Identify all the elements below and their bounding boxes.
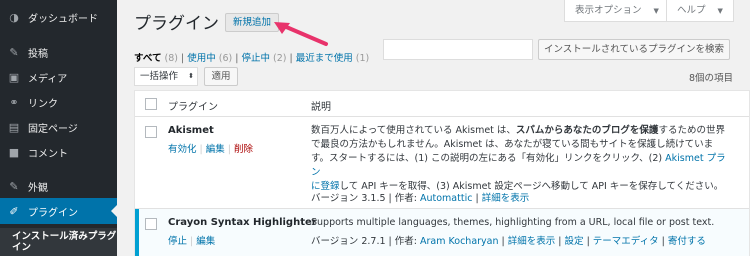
comment-icon: ■ <box>8 145 20 159</box>
page-icon: ▤ <box>8 120 20 134</box>
author-label: 作者: <box>394 236 417 247</box>
filter-count: (6) <box>218 53 233 64</box>
plugin-search-input[interactable] <box>383 39 533 60</box>
help-button[interactable]: ヘルプ ▼ <box>666 0 734 22</box>
row-actions: 停止 | 編集 <box>168 236 216 247</box>
admin-sidebar: ◑ ダッシュボード ✎ 投稿 ▣ メディア ⚭ リンク ▤ 固定ページ ■ コメ… <box>0 0 117 256</box>
sidebar-item-label: 固定ページ <box>28 123 78 135</box>
description-text: 数百万人によって使用されている Akismet は、 <box>311 125 516 136</box>
add-new-button[interactable]: 新規追加 <box>225 13 280 32</box>
main-content: 表示オプション ▼ ヘルプ ▼ プラグイン 新規追加 すべて (8) | 使用中… <box>117 0 750 256</box>
bulk-action-value: 一括操作 <box>140 71 179 82</box>
search-installed-plugins-button[interactable]: インストールされているプラグインを検索 <box>538 39 730 60</box>
description-text: するための世界 <box>658 125 725 136</box>
sidebar-item-label: プラグイン <box>28 207 78 219</box>
link-icon: ⚭ <box>9 95 19 109</box>
theme-editor-link[interactable]: テーマエディタ <box>593 236 659 247</box>
screen-options-button[interactable]: 表示オプション ▼ <box>564 0 670 22</box>
appearance-icon: ✎ <box>9 179 19 193</box>
filter-all[interactable]: すべて <box>134 53 161 64</box>
sidebar-item-dashboard[interactable]: ◑ ダッシュボード <box>0 4 117 30</box>
select-all-checkbox[interactable] <box>145 98 157 110</box>
edit-link[interactable]: 編集 <box>206 144 225 155</box>
sidebar-item-label: リンク <box>28 98 58 110</box>
filter-active[interactable]: 使用中 <box>187 53 216 64</box>
sidebar-item-pages[interactable]: ▤ 固定ページ <box>0 114 117 140</box>
plugin-name: Akismet <box>168 125 214 136</box>
bulk-action-select[interactable]: 一括操作 ⬍ <box>134 67 198 86</box>
table-header: プラグイン 説明 <box>135 91 749 117</box>
sidebar-item-posts[interactable]: ✎ 投稿 <box>0 39 117 65</box>
sidebar-item-links[interactable]: ⚭ リンク <box>0 89 117 115</box>
column-header-plugin: プラグイン <box>168 102 218 113</box>
sidebar-item-media[interactable]: ▣ メディア <box>0 64 117 90</box>
row-checkbox[interactable] <box>145 218 157 230</box>
sidebar-item-comments[interactable]: ■ コメント <box>0 139 117 165</box>
description-text: す。スタートするには、(1) この説明の左にある「有効化」リンクをクリック、(2… <box>311 153 666 164</box>
row-checkbox[interactable] <box>145 126 157 138</box>
plugin-meta: バージョン 2.7.1 | 作者: Aram Kocharyan | 詳細を表示… <box>311 236 706 247</box>
table-row: Akismet 有効化 | 編集 | 削除 数百万人によって使用されている Ak… <box>135 117 749 209</box>
sidebar-item-label: ダッシュボード <box>28 13 98 25</box>
author-label: 作者: <box>394 193 417 204</box>
sidebar-item-label: 外観 <box>28 182 48 194</box>
sidebar-subitem-installed-plugins[interactable]: インストール済みプラグイン <box>0 228 117 256</box>
item-count: 8個の項目 <box>688 73 733 84</box>
settings-link[interactable]: 設定 <box>565 236 584 247</box>
annotation-arrow <box>274 22 328 46</box>
row-actions: 有効化 | 編集 | 削除 <box>168 144 254 155</box>
plugin-name: Crayon Syntax Highlighter <box>168 217 317 228</box>
filter-inactive[interactable]: 停止中 <box>241 53 270 64</box>
help-label: ヘルプ <box>677 4 706 16</box>
sidebar-item-appearance[interactable]: ✎ 外観 <box>0 173 117 199</box>
filter-recently-active[interactable]: 最近まで使用 <box>296 53 353 64</box>
plugin-meta: バージョン 3.1.5 | 作者: Automattic | 詳細を表示 <box>311 193 530 204</box>
author-link[interactable]: Aram Kocharyan <box>420 236 499 247</box>
description-emphasis: スパムからあなたのブログを保護 <box>515 125 659 136</box>
plugin-description: Supports multiple languages, themes, hig… <box>311 217 715 228</box>
media-icon: ▣ <box>8 70 20 84</box>
caret-down-icon: ▼ <box>717 6 723 15</box>
filter-count: (8) <box>164 53 178 64</box>
plugin-status-filter: すべて (8) | 使用中 (6) | 停止中 (2) | 最近まで使用 (1) <box>134 53 370 64</box>
screen-options-label: 表示オプション <box>575 4 642 16</box>
edit-link[interactable]: 編集 <box>196 236 215 247</box>
page-title: プラグイン <box>134 14 219 34</box>
sidebar-item-label: コメント <box>28 148 68 160</box>
sidebar-item-plugins[interactable]: ✐ プラグイン <box>0 198 117 224</box>
caret-down-icon: ▼ <box>653 6 659 15</box>
column-header-description: 説明 <box>311 102 331 113</box>
pin-icon: ✎ <box>9 45 19 59</box>
sidebar-item-label: メディア <box>28 73 68 85</box>
select-arrows-icon: ⬍ <box>188 72 194 80</box>
view-details-link[interactable]: 詳細を表示 <box>508 236 556 247</box>
plugin-description: 数百万人によって使用されている Akismet は、スパムからあなたのブログを保… <box>311 124 731 194</box>
filter-count: (1) <box>355 53 370 64</box>
plugins-table: プラグイン 説明 Akismet 有効化 | 編集 | 削除 数百万人によって使… <box>134 90 750 256</box>
view-details-link[interactable]: 詳細を表示 <box>482 193 530 204</box>
donate-link[interactable]: 寄付する <box>668 236 706 247</box>
deactivate-link[interactable]: 停止 <box>168 236 187 247</box>
dashboard-icon: ◑ <box>9 10 19 24</box>
sidebar-item-label: 投稿 <box>28 48 48 60</box>
table-row: Crayon Syntax Highlighter 停止 | 編集 Suppor… <box>135 209 749 256</box>
activate-link[interactable]: 有効化 <box>168 144 197 155</box>
plugin-version: バージョン 2.7.1 <box>311 236 386 247</box>
author-link[interactable]: Automattic <box>420 193 472 204</box>
delete-link[interactable]: 削除 <box>234 144 253 155</box>
filter-count: (2) <box>273 53 287 64</box>
apply-button[interactable]: 適用 <box>204 67 238 86</box>
plugin-version: バージョン 3.1.5 <box>311 193 386 204</box>
description-text: で最良の方法かもしれません。Akismet は、あなたが寝ている間もサイトを保護… <box>311 139 714 150</box>
plugin-icon: ✐ <box>9 204 19 218</box>
